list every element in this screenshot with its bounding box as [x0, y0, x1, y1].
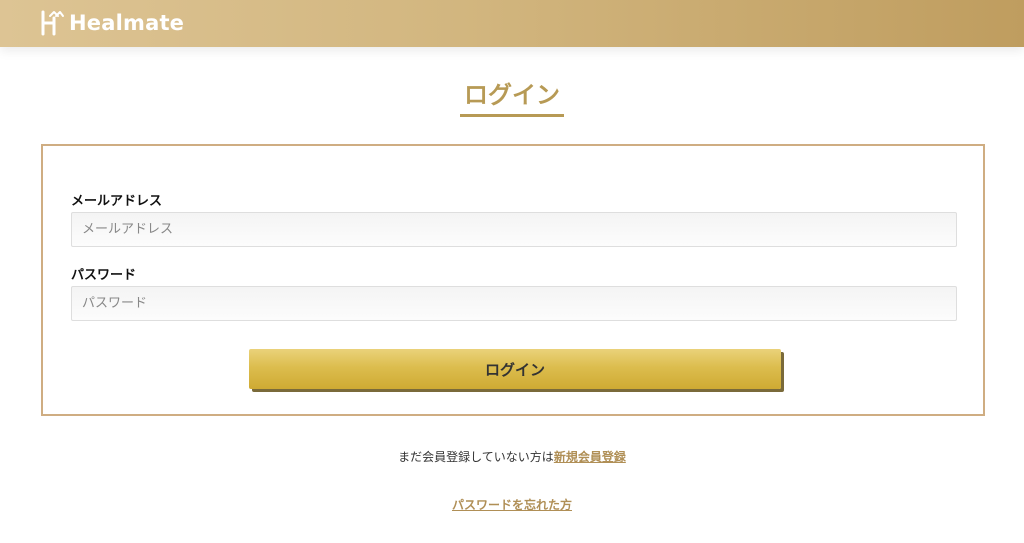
- page-title: ログイン: [460, 80, 564, 117]
- brand-name: Healmate: [69, 11, 185, 35]
- forgot-password-link[interactable]: パスワードを忘れた方: [452, 498, 572, 512]
- password-input[interactable]: [71, 286, 957, 321]
- login-form: メールアドレス パスワード ログイン: [41, 144, 985, 416]
- healmate-logo-icon: [41, 10, 64, 36]
- password-label: パスワード: [71, 268, 137, 283]
- register-link[interactable]: 新規会員登録: [554, 450, 626, 464]
- email-label: メールアドレス: [71, 194, 163, 209]
- register-prompt-text: まだ会員登録していない方は: [398, 450, 554, 464]
- forgot-password-line: パスワードを忘れた方: [0, 496, 1024, 513]
- login-button[interactable]: ログイン: [249, 349, 781, 389]
- register-prompt-line: まだ会員登録していない方は新規会員登録: [0, 448, 1024, 465]
- brand-logo[interactable]: Healmate: [41, 9, 184, 37]
- top-header: Healmate: [0, 0, 1024, 47]
- email-input[interactable]: [71, 212, 957, 247]
- page-title-wrap: ログイン: [0, 80, 1024, 117]
